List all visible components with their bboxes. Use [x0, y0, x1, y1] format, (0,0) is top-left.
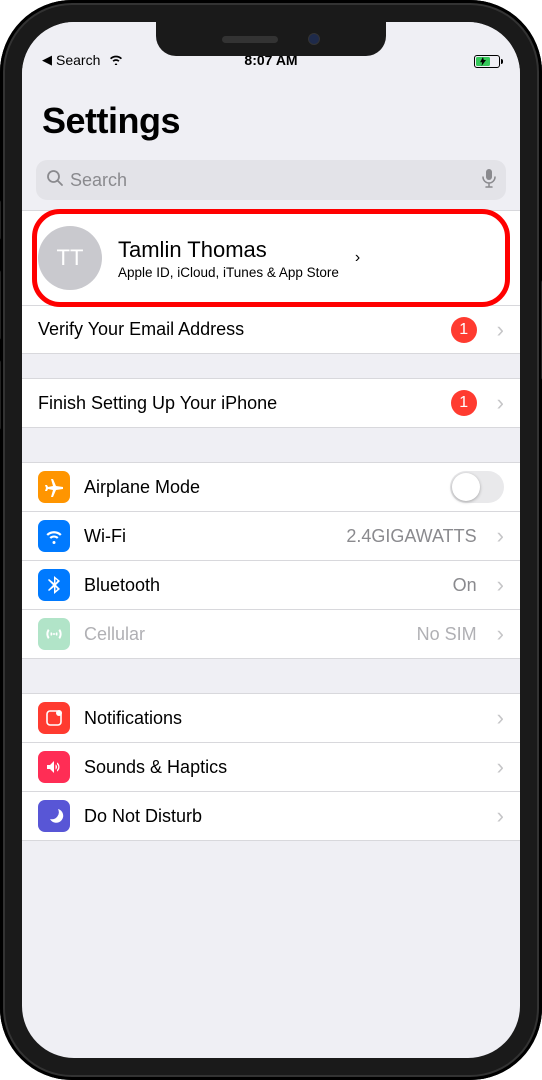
wifi-label: Wi-Fi [84, 526, 332, 547]
page-title: Settings [42, 100, 500, 142]
wifi-icon [38, 520, 70, 552]
cellular-icon [38, 618, 70, 650]
chevron-right-icon: › [497, 523, 504, 549]
finish-setup-label: Finish Setting Up Your iPhone [38, 393, 437, 414]
wifi-detail: 2.4GIGAWATTS [346, 526, 476, 547]
mute-switch [0, 200, 1, 240]
wifi-status-icon [108, 52, 124, 68]
airplane-label: Airplane Mode [84, 477, 436, 498]
front-camera [308, 33, 320, 45]
page-header: Settings [22, 72, 520, 152]
volume-down [0, 360, 1, 430]
search-input[interactable] [70, 170, 476, 191]
badge: 1 [451, 317, 477, 343]
search-icon [46, 169, 64, 192]
chevron-right-icon: › [497, 705, 504, 731]
chevron-right-icon: › [497, 754, 504, 780]
wifi-row[interactable]: Wi-Fi 2.4GIGAWATTS › [22, 512, 520, 561]
apple-id-group: TT Tamlin Thomas Apple ID, iCloud, iTune… [22, 210, 520, 354]
badge: 1 [451, 390, 477, 416]
phone-frame: ◀ Search 8:07 AM Settings [0, 0, 542, 1080]
verify-email-label: Verify Your Email Address [38, 319, 437, 340]
battery-icon [474, 55, 500, 68]
cellular-label: Cellular [84, 624, 403, 645]
chevron-right-icon: › [355, 249, 360, 267]
back-caret-icon: ◀ [42, 52, 52, 68]
bluetooth-detail: On [453, 575, 477, 596]
sounds-row[interactable]: Sounds & Haptics › [22, 743, 520, 792]
toggle-knob [452, 473, 480, 501]
status-right [347, 55, 500, 68]
back-label: Search [56, 52, 100, 68]
volume-up [0, 270, 1, 340]
chevron-right-icon: › [497, 621, 504, 647]
speaker-grille [222, 36, 278, 43]
sounds-icon [38, 751, 70, 783]
finish-setup-row[interactable]: Finish Setting Up Your iPhone 1 › [22, 379, 520, 427]
search-field[interactable] [36, 160, 506, 200]
chevron-right-icon: › [497, 390, 504, 416]
apple-id-row[interactable]: TT Tamlin Thomas Apple ID, iCloud, iTune… [22, 211, 520, 305]
notifications-icon [38, 702, 70, 734]
airplane-mode-row[interactable]: Airplane Mode [22, 463, 520, 512]
finish-setup-group: Finish Setting Up Your iPhone 1 › [22, 378, 520, 428]
verify-email-row[interactable]: Verify Your Email Address 1 › [22, 305, 520, 353]
dnd-row[interactable]: Do Not Disturb › [22, 792, 520, 840]
notifications-group: Notifications › Sounds & Haptics › Do No… [22, 693, 520, 841]
cellular-detail: No SIM [417, 624, 477, 645]
airplane-toggle[interactable] [450, 471, 504, 503]
bluetooth-label: Bluetooth [84, 575, 439, 596]
airplane-icon [38, 471, 70, 503]
chevron-right-icon: › [497, 317, 504, 343]
avatar-initials: TT [57, 245, 84, 271]
bluetooth-icon [38, 569, 70, 601]
chevron-right-icon: › [497, 803, 504, 829]
notch [156, 22, 386, 56]
bluetooth-row[interactable]: Bluetooth On › [22, 561, 520, 610]
avatar: TT [38, 226, 102, 290]
content-area: Settings TT Tamlin Thomas [22, 72, 520, 841]
sounds-label: Sounds & Haptics [84, 757, 477, 778]
chevron-right-icon: › [497, 572, 504, 598]
notifications-row[interactable]: Notifications › [22, 694, 520, 743]
cellular-row[interactable]: Cellular No SIM › [22, 610, 520, 658]
apple-id-subtitle: Apple ID, iCloud, iTunes & App Store [118, 265, 339, 280]
microphone-icon[interactable] [482, 168, 496, 193]
screen: ◀ Search 8:07 AM Settings [22, 22, 520, 1058]
connectivity-group: Airplane Mode Wi-Fi 2.4GIGAWATTS › [22, 462, 520, 659]
notifications-label: Notifications [84, 708, 477, 729]
apple-id-text: Tamlin Thomas Apple ID, iCloud, iTunes &… [118, 237, 339, 280]
do-not-disturb-icon [38, 800, 70, 832]
dnd-label: Do Not Disturb [84, 806, 477, 827]
apple-id-name: Tamlin Thomas [118, 237, 339, 263]
